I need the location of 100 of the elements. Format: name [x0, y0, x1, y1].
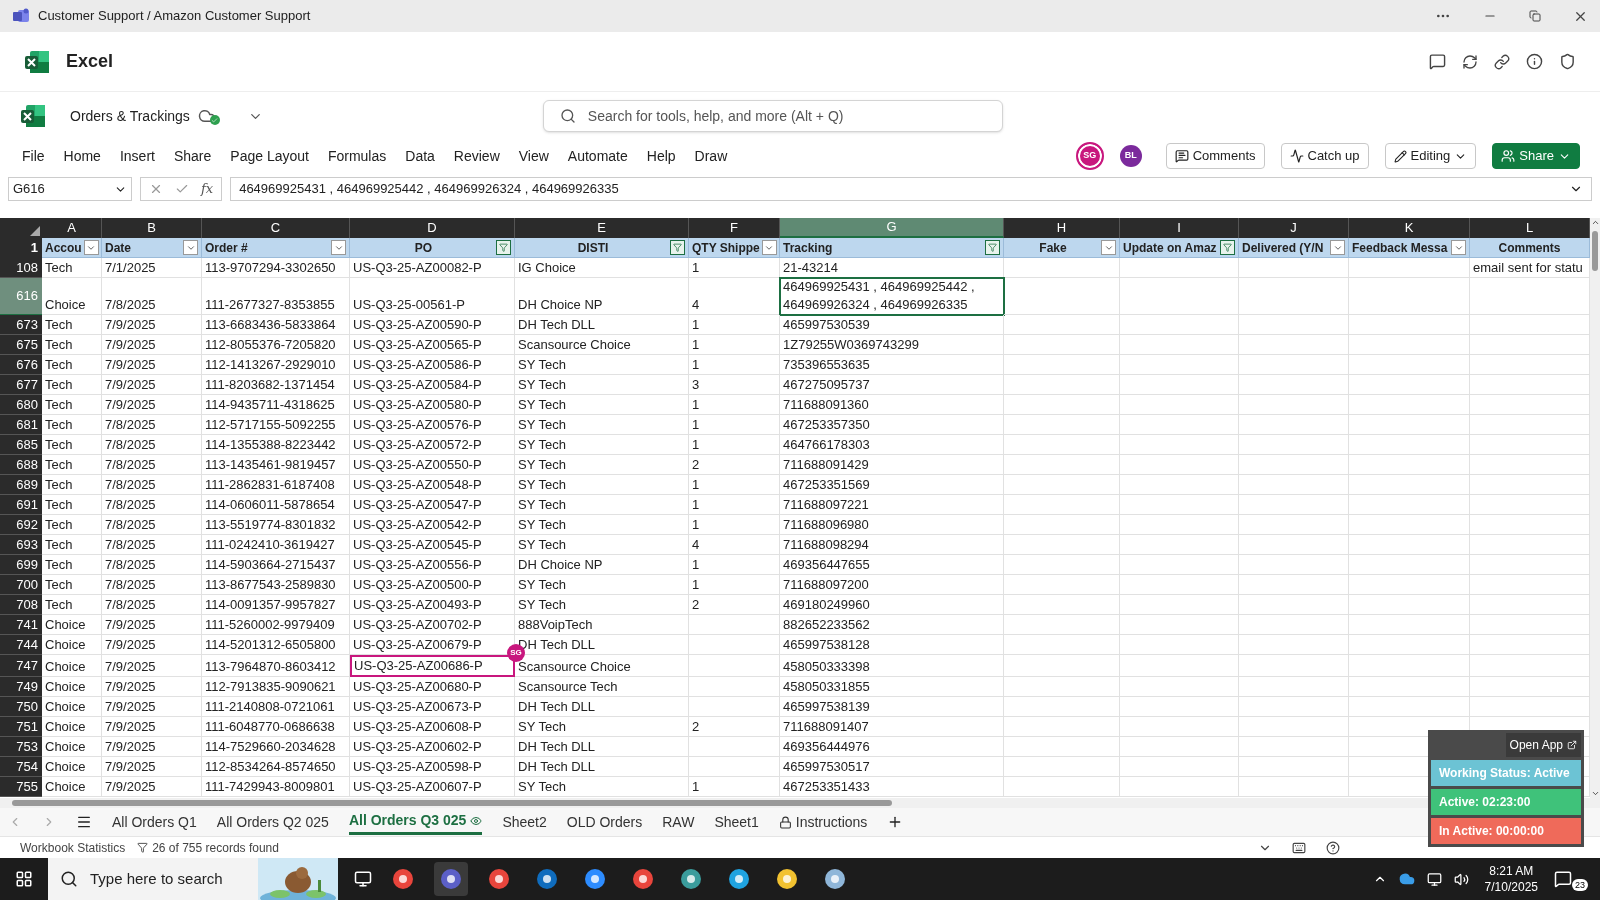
menu-icon[interactable] [76, 814, 92, 830]
row-header[interactable]: 689 [0, 475, 42, 495]
chat-icon[interactable] [1429, 53, 1446, 70]
select-all-icon[interactable] [30, 226, 40, 236]
row-header[interactable]: 680 [0, 395, 42, 415]
row-header[interactable]: 741 [0, 615, 42, 635]
horizontal-scrollbar-thumb[interactable] [12, 800, 892, 806]
row-header[interactable]: 677 [0, 375, 42, 395]
filter-dropdown-button[interactable] [1101, 240, 1116, 255]
catchup-button[interactable]: Catch up [1280, 143, 1369, 169]
row-header[interactable]: 692 [0, 515, 42, 535]
cloud-icon[interactable] [1398, 871, 1415, 887]
scroll-up-icon[interactable] [1590, 218, 1600, 227]
task-view-icon[interactable] [354, 870, 372, 888]
formula-input[interactable]: 464969925431 , 464969925442 , 464969926324 , 464969926335 [230, 177, 1592, 201]
share-button[interactable]: Share [1492, 143, 1580, 169]
menu-tab[interactable]: Formulas [325, 145, 389, 167]
table-cell: 7/1/2025 [102, 258, 202, 278]
vertical-scrollbar-thumb[interactable] [1592, 231, 1598, 271]
menu-tab[interactable]: File [20, 145, 47, 167]
row-header[interactable]: 753 [0, 737, 42, 757]
filter-applied-button[interactable] [496, 240, 511, 255]
sheet-tab[interactable]: All Orders Q2 025 [216, 809, 329, 835]
menu-tab[interactable]: Automate [565, 145, 630, 167]
clock-time[interactable]: 8:21 AM [1489, 863, 1534, 879]
sheet-tab[interactable]: Sheet1 [714, 809, 759, 835]
enter-icon[interactable] [175, 182, 189, 196]
menu-tab[interactable]: Data [403, 145, 437, 167]
filter-dropdown-button[interactable] [183, 240, 198, 255]
sheet-tab[interactable]: OLD Orders [566, 809, 643, 835]
editing-button[interactable]: Editing [1384, 143, 1477, 169]
row-header[interactable]: 755 [0, 777, 42, 797]
row-header[interactable]: 676 [0, 355, 42, 375]
filter-dropdown-button[interactable] [761, 240, 777, 255]
row-header[interactable]: 108 [0, 258, 42, 278]
row-header[interactable]: 747 [0, 655, 42, 677]
workbook-statistics-link[interactable]: Workbook Statistics [20, 838, 126, 857]
function-button[interactable]: fx [201, 179, 214, 199]
sheet-tab[interactable]: Instructions [778, 809, 868, 835]
row-header[interactable]: 685 [0, 435, 42, 455]
row-header[interactable]: 675 [0, 335, 42, 355]
sheet-tab[interactable]: All Orders Q1 [112, 809, 197, 835]
menu-tab[interactable]: Share [171, 145, 214, 167]
row-header[interactable]: 751 [0, 717, 42, 737]
keyboard-icon[interactable] [1292, 840, 1306, 855]
filter-applied-button[interactable] [670, 240, 685, 255]
menu-tab[interactable]: Draw [692, 145, 730, 167]
document-name[interactable]: Orders & Trackings [70, 105, 190, 127]
row-header[interactable]: 681 [0, 415, 42, 435]
row-header[interactable]: 688 [0, 455, 42, 475]
avatar[interactable]: BL [1119, 145, 1142, 167]
shield-icon[interactable] [1559, 53, 1576, 70]
menu-tab[interactable]: View [516, 145, 551, 167]
menu-tab[interactable]: Page Layout [228, 145, 311, 167]
name-box[interactable]: G616 [8, 177, 132, 201]
sheet-tab[interactable]: All Orders Q3 025 [348, 809, 483, 835]
collaborator-cell[interactable]: US-Q3-25-AZ00686-P [350, 655, 515, 677]
network-icon[interactable] [1426, 871, 1442, 887]
row-header[interactable]: 749 [0, 677, 42, 697]
row-header[interactable]: 693 [0, 535, 42, 555]
avatar[interactable]: SG [1075, 142, 1104, 170]
filter-dropdown-button[interactable] [83, 240, 99, 255]
refresh-icon[interactable] [1462, 53, 1478, 70]
filter-applied-button[interactable] [985, 240, 1000, 255]
row-header[interactable]: 754 [0, 757, 42, 777]
sheet-tab[interactable]: Sheet2 [502, 809, 547, 835]
filter-applied-button[interactable] [1220, 240, 1235, 255]
table-cell: Choice [42, 635, 102, 655]
taskbar-search-field[interactable]: Type here to search [48, 858, 338, 900]
search-field[interactable]: Search for tools, help, and more (Alt + Q) [542, 100, 1003, 132]
filter-dropdown-button[interactable] [331, 240, 346, 255]
cancel-icon[interactable] [149, 182, 163, 196]
open-app-button[interactable]: Open App [1505, 733, 1581, 757]
row-header[interactable]: 744 [0, 635, 42, 655]
row-header[interactable]: 699 [0, 555, 42, 575]
filter-dropdown-button[interactable] [1451, 240, 1466, 255]
row-header[interactable]: 708 [0, 595, 42, 615]
row-header[interactable]: 691 [0, 495, 42, 515]
menu-tab[interactable]: Help [644, 145, 678, 167]
sheet-tab[interactable]: RAW [662, 809, 695, 835]
info-icon[interactable] [1526, 53, 1543, 70]
restore-icon[interactable] [1529, 10, 1541, 22]
scroll-down-icon[interactable] [1590, 789, 1600, 798]
app-icon[interactable] [434, 862, 468, 896]
menu-tab[interactable]: Home [61, 145, 103, 167]
row-header[interactable]: 616 [0, 278, 42, 315]
row-header[interactable]: 750 [0, 697, 42, 717]
link-icon[interactable] [1494, 53, 1510, 70]
menu-tab[interactable]: Insert [117, 145, 157, 167]
comments-button[interactable]: Comments [1165, 143, 1265, 169]
row-header[interactable]: 1 [0, 238, 42, 258]
row-header[interactable]: 673 [0, 315, 42, 335]
help-icon[interactable] [1326, 840, 1340, 855]
row-header[interactable]: 700 [0, 575, 42, 595]
clock-date[interactable]: 7/10/2025 [1484, 879, 1538, 895]
notification-icon[interactable] [1554, 870, 1572, 888]
filter-dropdown-button[interactable] [1330, 240, 1345, 255]
volume-icon[interactable] [1453, 871, 1469, 887]
menu-tab[interactable]: Review [451, 145, 502, 167]
column-header[interactable]: G [780, 218, 1004, 238]
